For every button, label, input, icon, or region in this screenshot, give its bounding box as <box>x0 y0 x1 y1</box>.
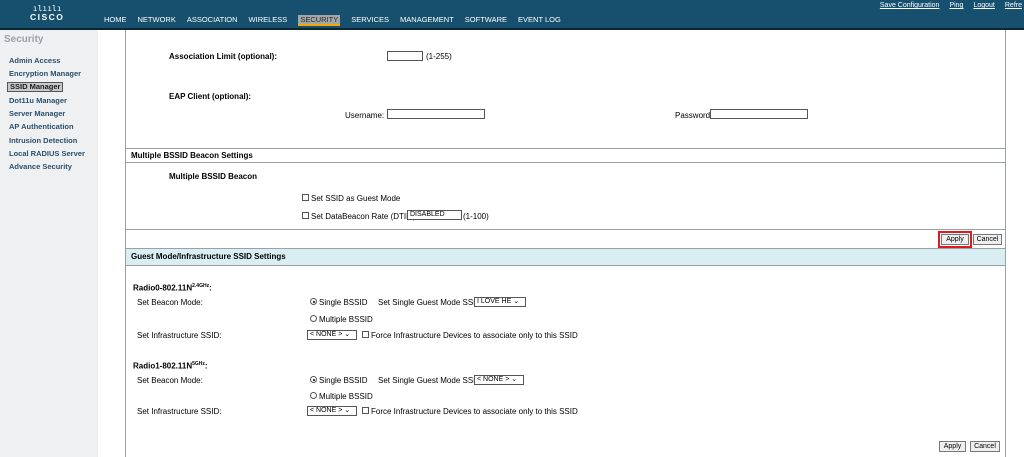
refresh-link[interactable]: Refre <box>1005 2 1022 9</box>
radio1-multiple-bssid-label: Multiple BSSID <box>319 392 373 401</box>
association-limit-hint: (1-255) <box>426 52 452 61</box>
radio1-guest-ssid-label: Set Single Guest Mode SSID: <box>378 376 484 385</box>
radio0-label: Radio0-802.11N2.4GHz: <box>133 283 212 293</box>
radio0-infra-value: < NONE > <box>310 331 343 338</box>
radio1-infra-select[interactable]: < NONE > ⌄ <box>307 406 357 416</box>
radio1-guest-ssid-select[interactable]: < NONE > ⌄ <box>474 375 524 385</box>
dtim-hint: (1-100) <box>463 212 489 221</box>
nav-security[interactable]: SECURITY <box>298 15 341 26</box>
radio0-single-bssid-label: Single BSSID <box>319 298 368 307</box>
radio0-force-label: Force Infrastructure Devices to associat… <box>371 331 578 340</box>
divider <box>126 162 1005 163</box>
nav-association[interactable]: ASSOCIATION <box>187 15 238 26</box>
ping-link[interactable]: Ping <box>949 2 963 9</box>
username-label: Username: <box>345 111 385 120</box>
radio1-infra-value: < NONE > <box>310 407 343 414</box>
radio1-label: Radio1-802.11N5GHz: <box>133 361 208 371</box>
sidebar-item-server-manager[interactable]: Server Manager <box>9 109 65 118</box>
dtim-input[interactable]: DISABLED <box>407 210 462 220</box>
radio1-force-checkbox[interactable] <box>362 407 369 414</box>
chevron-down-icon: ⌄ <box>344 407 351 414</box>
sidebar-heading: Security <box>4 34 44 45</box>
chevron-down-icon: ⌄ <box>511 376 518 383</box>
cancel-button-top[interactable]: Cancel <box>973 234 1002 245</box>
radio0-beacon-mode-label: Set Beacon Mode: <box>137 298 203 307</box>
sidebar-item-advance-security[interactable]: Advance Security <box>9 162 72 171</box>
mbssid-section-title: Multiple BSSID Beacon Settings <box>131 151 253 160</box>
divider <box>126 148 1005 149</box>
guest-mode-checkbox[interactable] <box>302 194 309 201</box>
radio1-name: Radio1-802.11N <box>133 361 193 371</box>
cisco-logo-text: CISCO <box>30 12 65 22</box>
nav-wireless[interactable]: WIRELESS <box>249 15 288 26</box>
main-content: Association Limit (optional): (1-255) EA… <box>125 30 1006 457</box>
logout-link[interactable]: Logout <box>973 2 994 9</box>
radio0-infra-select[interactable]: < NONE > ⌄ <box>307 330 357 340</box>
sidebar-item-ap-authentication[interactable]: AP Authentication <box>9 122 74 131</box>
eap-client-label: EAP Client (optional): <box>169 92 252 101</box>
dtim-checkbox[interactable] <box>302 212 309 219</box>
sidebar-item-dot11u-manager[interactable]: Dot11u Manager <box>9 96 67 105</box>
chevron-down-icon: ⌄ <box>513 298 520 305</box>
radio1-single-bssid-radio[interactable] <box>310 376 317 383</box>
sidebar: Security Admin Access Encryption Manager… <box>0 30 98 457</box>
radio1-beacon-mode-label: Set Beacon Mode: <box>137 376 203 385</box>
radio1-single-bssid-label: Single BSSID <box>319 376 368 385</box>
radio1-infra-label: Set Infrastructure SSID: <box>137 407 222 416</box>
sidebar-item-local-radius-server[interactable]: Local RADIUS Server <box>9 149 85 158</box>
radio0-guest-ssid-label: Set Single Guest Mode SSID: <box>378 298 484 307</box>
chevron-down-icon: ⌄ <box>344 331 351 338</box>
password-input[interactable] <box>710 109 808 119</box>
mbssid-subtitle: Multiple BSSID Beacon <box>169 172 258 181</box>
radio0-band: 2.4GHz <box>192 283 210 289</box>
radio1-force-label: Force Infrastructure Devices to associat… <box>371 407 578 416</box>
radio1-guest-ssid-value: < NONE > <box>477 376 510 383</box>
radio0-single-bssid-radio[interactable] <box>310 298 317 305</box>
radio0-guest-ssid-value: I LOVE HE <box>477 298 512 305</box>
nav-network[interactable]: NETWORK <box>138 15 176 26</box>
sidebar-item-intrusion-detection[interactable]: Intrusion Detection <box>9 136 77 145</box>
sidebar-item-admin-access[interactable]: Admin Access <box>9 56 60 65</box>
association-limit-label: Association Limit (optional): <box>169 52 277 61</box>
radio1-multiple-bssid-radio[interactable] <box>310 392 317 399</box>
dtim-label: Set DataBeacon Rate (DTIM): <box>311 212 418 221</box>
radio0-name: Radio0-802.11N <box>133 283 193 293</box>
password-label: Password: <box>675 111 713 120</box>
nav-software[interactable]: SOFTWARE <box>465 15 507 26</box>
radio0-infra-label: Set Infrastructure SSID: <box>137 331 222 340</box>
username-input[interactable] <box>387 109 485 119</box>
radio0-multiple-bssid-radio[interactable] <box>310 315 317 322</box>
radio0-multiple-bssid-label: Multiple BSSID <box>319 315 373 324</box>
nav-event-log[interactable]: EVENT LOG <box>518 15 561 26</box>
guest-section-title: Guest Mode/Infrastructure SSID Settings <box>131 252 286 261</box>
cisco-logo: ılıılı CISCO <box>30 4 64 22</box>
association-limit-input[interactable] <box>387 51 423 61</box>
radio0-force-checkbox[interactable] <box>362 331 369 338</box>
nav-services[interactable]: SERVICES <box>351 15 389 26</box>
sidebar-item-ssid-manager[interactable]: SSID Manager <box>7 82 64 92</box>
nav-home[interactable]: HOME <box>104 15 127 26</box>
main-nav: HOME NETWORK ASSOCIATION WIRELESS SECURI… <box>104 15 572 26</box>
radio1-band: 5GHz <box>192 361 205 367</box>
radio0-guest-ssid-select[interactable]: I LOVE HE ⌄ <box>474 297 526 307</box>
apply-button-bottom[interactable]: Apply <box>939 441 966 452</box>
save-configuration-link[interactable]: Save Configuration <box>880 2 940 9</box>
divider <box>126 229 1005 230</box>
cancel-button-bottom[interactable]: Cancel <box>970 441 1000 452</box>
nav-management[interactable]: MANAGEMENT <box>400 15 454 26</box>
guest-mode-label: Set SSID as Guest Mode <box>311 194 401 203</box>
sidebar-item-encryption-manager[interactable]: Encryption Manager <box>9 69 81 78</box>
apply-button-top[interactable]: Apply <box>938 231 972 248</box>
top-links: Save Configuration Ping Logout Refre <box>870 2 1022 9</box>
